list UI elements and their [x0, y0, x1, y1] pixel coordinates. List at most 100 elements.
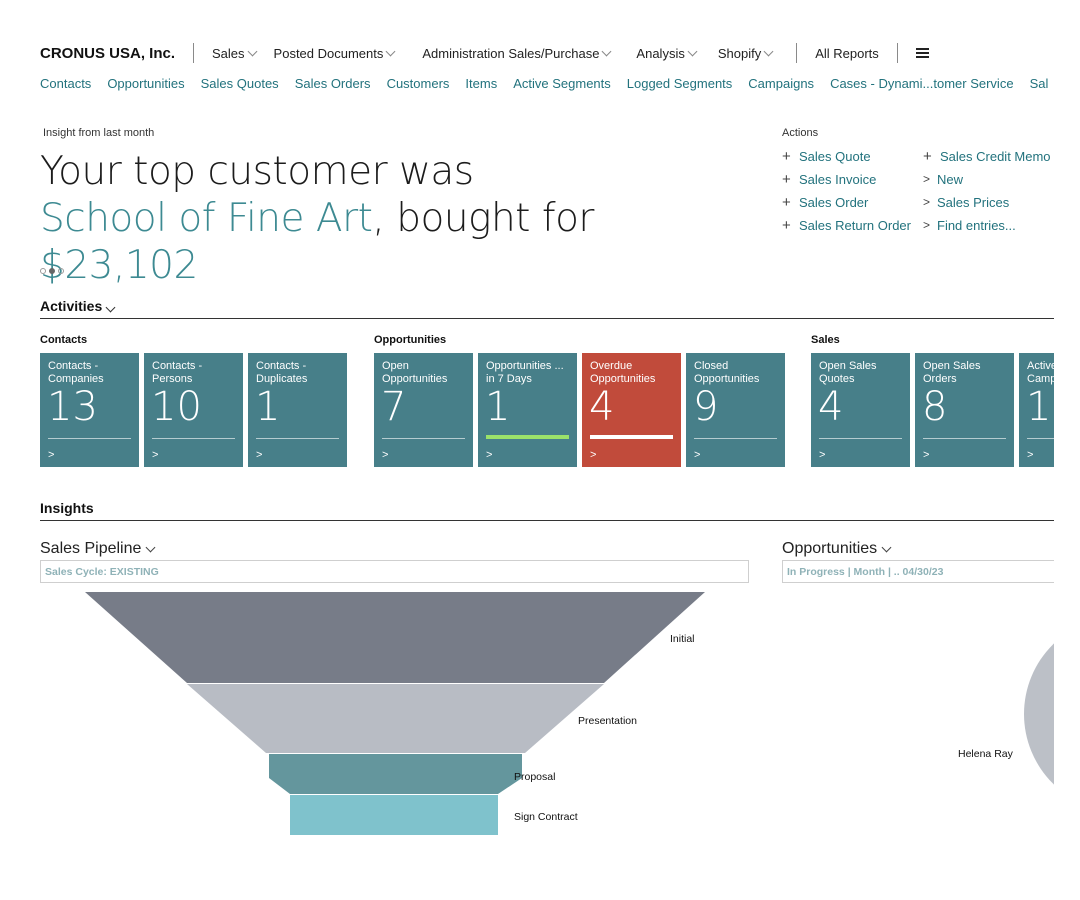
sub-nav: Contacts Opportunities Sales Quotes Sales O…	[40, 76, 1054, 91]
sales-pipeline-title[interactable]: Sales Pipeline	[40, 540, 156, 558]
chevron-right-icon: >	[152, 449, 159, 461]
chevron-right-icon: >	[382, 449, 389, 461]
chevron-right-icon: >	[590, 449, 597, 461]
opportunities-tiles: Open Opportunities 7 > Opportunities ... i…	[374, 353, 785, 468]
funnel-label-sign-contract: Sign Contract	[514, 811, 578, 823]
tile-closed-opportunities[interactable]: Closed Opportunities 9 >	[686, 353, 785, 467]
opportunities-chart-title[interactable]: Opportunities	[782, 540, 892, 558]
actions-grid: + Sales Quote + Sales Credit Memo + Sales I…	[782, 147, 1063, 234]
company-name[interactable]: CRONUS USA, Inc.	[40, 45, 175, 62]
chevron-right-icon: >	[694, 449, 701, 461]
opportunities-filter[interactable]: In Progress | Month | .. 04/30/23	[782, 560, 1054, 583]
opportunities-pie-chart: Helena Ray	[958, 616, 1054, 812]
carousel-dot-active[interactable]	[49, 268, 55, 274]
subnav-opportunities[interactable]: Opportunities	[107, 76, 184, 91]
chevron-down-icon	[105, 302, 116, 313]
funnel-segment-sign-contract[interactable]	[290, 795, 498, 835]
menu-administration[interactable]: Administration Sales/Purchase	[422, 46, 612, 61]
subnav-cases[interactable]: Cases - Dynami...tomer Service	[830, 76, 1014, 91]
chevron-down-icon	[881, 542, 892, 552]
chevron-right-icon: >	[486, 449, 493, 461]
subnav-contacts[interactable]: Contacts	[40, 76, 91, 91]
action-sales-credit-memo[interactable]: + Sales Credit Memo	[923, 147, 1063, 165]
subnav-items[interactable]: Items	[465, 76, 497, 91]
funnel-label-initial: Initial	[670, 633, 695, 645]
group-title-sales: Sales	[811, 334, 840, 346]
activities-header[interactable]: Activities	[40, 298, 1054, 319]
chevron-down-icon	[601, 46, 612, 56]
tile-overdue-opportunities[interactable]: Overdue Opportunities 4 >	[582, 353, 681, 467]
chevron-down-icon	[763, 46, 774, 56]
chevron-down-icon	[687, 46, 698, 56]
subnav-campaigns[interactable]: Campaigns	[748, 76, 814, 91]
carousel-dot[interactable]	[40, 268, 46, 274]
status-indicator-bar	[486, 435, 569, 439]
chevron-right-icon: >	[923, 172, 931, 186]
action-new[interactable]: > New	[923, 170, 1063, 188]
subnav-sal[interactable]: Sal	[1030, 76, 1049, 91]
subnav-sales-orders[interactable]: Sales Orders	[295, 76, 371, 91]
nav-divider	[896, 43, 898, 63]
group-title-opportunities: Opportunities	[374, 334, 447, 346]
chevron-right-icon: >	[923, 218, 931, 232]
chevron-right-icon: >	[256, 449, 263, 461]
action-sales-invoice[interactable]: + Sales Invoice	[782, 170, 923, 188]
plus-icon: +	[782, 147, 791, 165]
plus-icon: +	[923, 147, 932, 165]
insight-headline: Your top customer was School of Fine Art…	[40, 149, 594, 288]
chevron-right-icon: >	[923, 449, 930, 461]
sales-pipeline-filter[interactable]: Sales Cycle: EXISTING	[40, 560, 749, 583]
chevron-down-icon	[247, 46, 257, 56]
action-sales-quote[interactable]: + Sales Quote	[782, 147, 923, 165]
subnav-sales-quotes[interactable]: Sales Quotes	[201, 76, 279, 91]
action-sales-return-order[interactable]: + Sales Return Order	[782, 216, 923, 234]
action-find-entries[interactable]: > Find entries...	[923, 216, 1063, 234]
tile-contacts-duplicates[interactable]: Contacts - Duplicates 1 >	[248, 353, 347, 467]
actions-caption: Actions	[782, 127, 819, 139]
subnav-customers[interactable]: Customers	[387, 76, 450, 91]
menu-analysis[interactable]: Analysis	[636, 46, 698, 61]
menu-posted-documents[interactable]: Posted Documents	[274, 46, 396, 61]
funnel-segment-proposal[interactable]	[269, 754, 522, 794]
tile-opportunities-7-days[interactable]: Opportunities ... in 7 Days 1 >	[478, 353, 577, 467]
chevron-right-icon: >	[923, 195, 931, 209]
tile-active-campaigns[interactable]: Active Camp 1 >	[1019, 353, 1054, 467]
top-nav: CRONUS USA, Inc. Sales Posted Documents …	[40, 42, 929, 64]
chevron-right-icon: >	[819, 449, 826, 461]
tile-contacts-companies[interactable]: Contacts - Companies 13 >	[40, 353, 139, 467]
subnav-active-segments[interactable]: Active Segments	[513, 76, 611, 91]
nav-divider	[796, 43, 798, 63]
insight-caption: Insight from last month	[43, 127, 155, 139]
insights-header: Insights	[40, 500, 1054, 521]
chevron-right-icon: >	[1027, 449, 1034, 461]
amount-link[interactable]: $23,102	[40, 243, 198, 288]
group-title-contacts: Contacts	[40, 334, 88, 346]
tile-open-opportunities[interactable]: Open Opportunities 7 >	[374, 353, 473, 467]
funnel-segment-initial[interactable]	[85, 592, 705, 683]
action-sales-order[interactable]: + Sales Order	[782, 193, 923, 211]
tile-contacts-persons[interactable]: Contacts - Persons 10 >	[144, 353, 243, 467]
contacts-tiles: Contacts - Companies 13 > Contacts - Perso…	[40, 353, 347, 468]
sales-pipeline-funnel-chart: Initial Presentation Proposal Sign Contr…	[85, 592, 705, 835]
sales-tiles: Open Sales Quotes 4 > Open Sales Orders 8 > …	[811, 353, 1054, 468]
funnel-segment-presentation[interactable]	[187, 684, 604, 753]
top-customer-link[interactable]: School of Fine Art	[40, 196, 373, 241]
subnav-logged-segments[interactable]: Logged Segments	[627, 76, 733, 91]
plus-icon: +	[782, 193, 791, 211]
tile-open-sales-quotes[interactable]: Open Sales Quotes 4 >	[811, 353, 910, 467]
menu-shopify[interactable]: Shopify	[718, 46, 774, 61]
action-sales-prices[interactable]: > Sales Prices	[923, 193, 1063, 211]
menu-sales[interactable]: Sales	[212, 46, 257, 61]
hamburger-menu-icon[interactable]	[915, 46, 929, 61]
opportunities-pie-viewport: Helena Ray	[782, 590, 1054, 850]
status-indicator-bar	[590, 435, 673, 439]
all-reports-link[interactable]: All Reports	[815, 46, 879, 61]
tile-open-sales-orders[interactable]: Open Sales Orders 8 >	[915, 353, 1014, 467]
carousel-dot[interactable]	[58, 268, 64, 274]
pie-slice-helena-ray[interactable]	[1024, 616, 1054, 812]
plus-icon: +	[782, 216, 791, 234]
carousel-dots	[40, 268, 64, 274]
funnel-label-presentation: Presentation	[578, 715, 637, 727]
chevron-down-icon	[385, 46, 396, 56]
sales-tiles-viewport: Open Sales Quotes 4 > Open Sales Orders 8 > …	[811, 353, 1054, 468]
